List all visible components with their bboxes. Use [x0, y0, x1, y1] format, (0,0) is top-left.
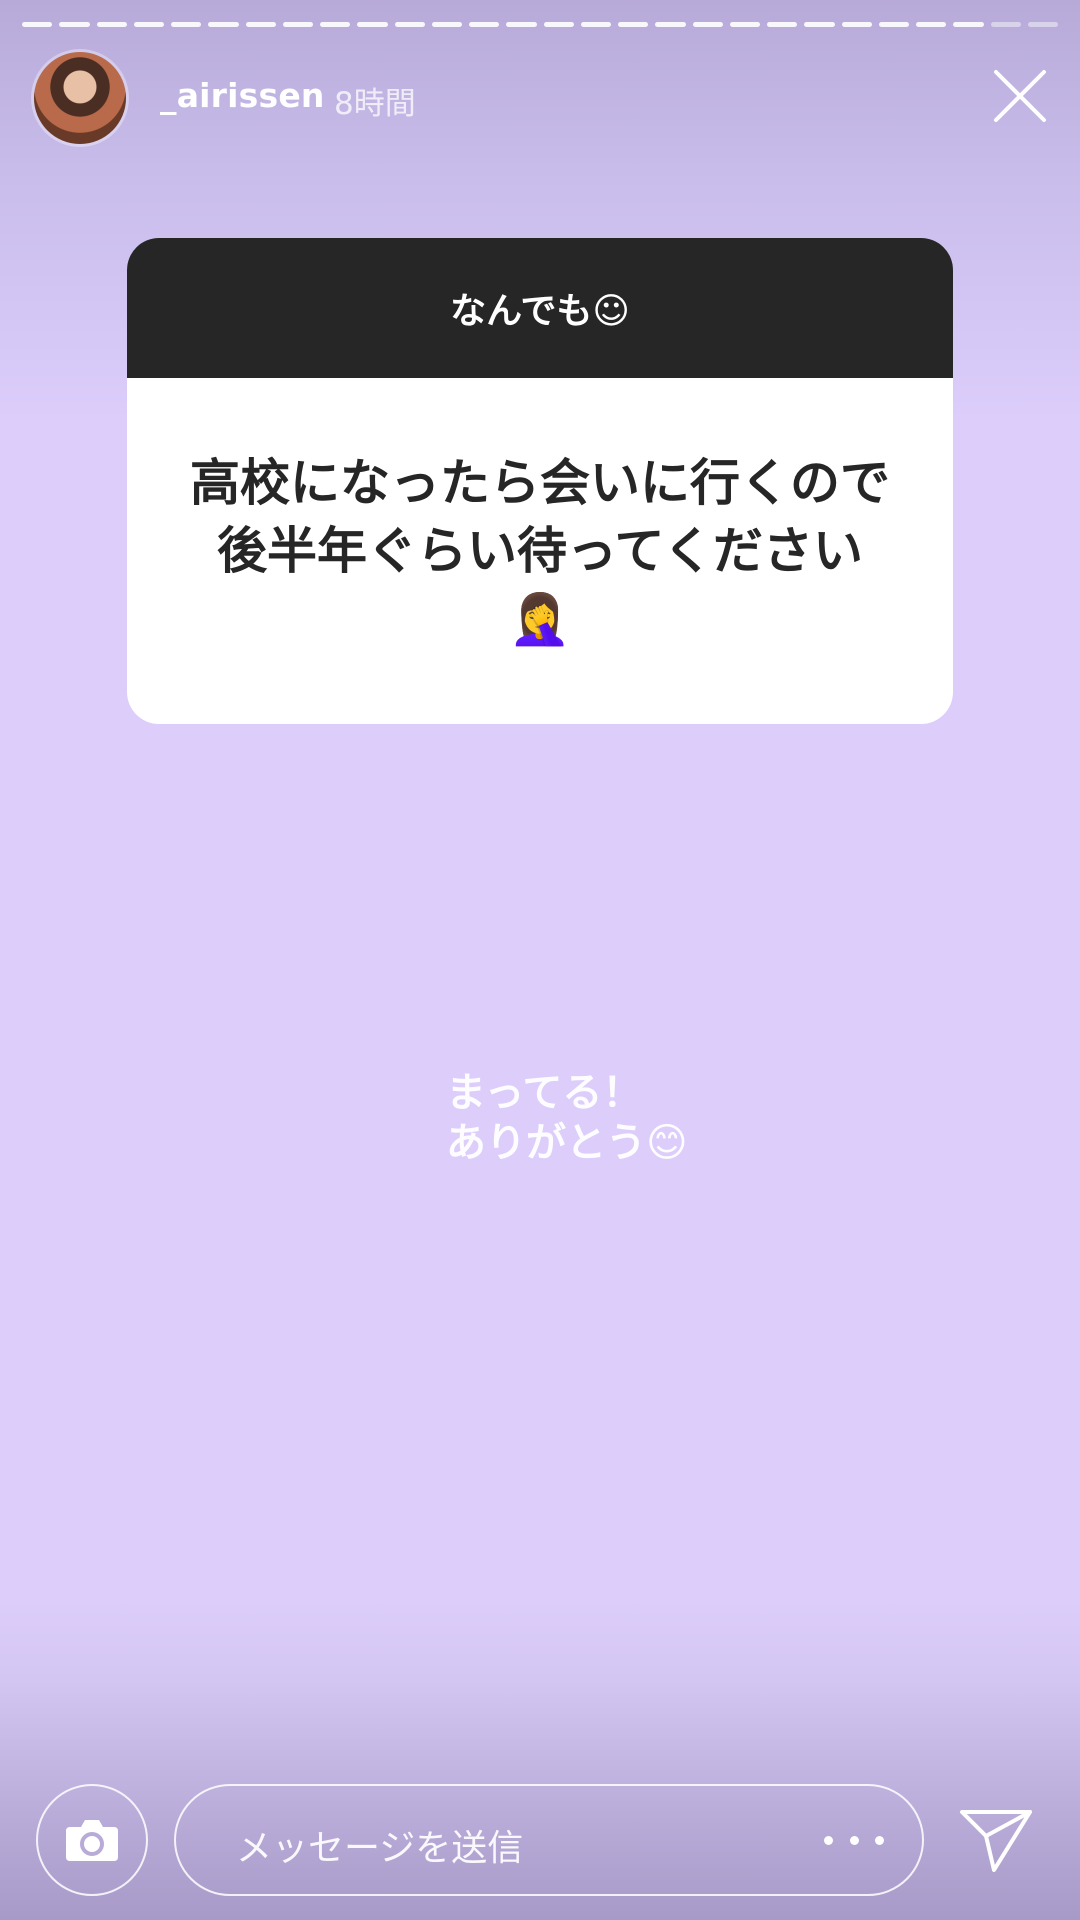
reply-text: まってる！ ありがとう😊 [446, 1070, 688, 1166]
send-icon[interactable] [958, 1800, 1034, 1876]
question-sticker: なんでも☺ 高校になったら会いに行くので後半年ぐらい待ってください🤦‍♀️ [127, 238, 953, 724]
question-body: 高校になったら会いに行くので後半年ぐらい待ってください🤦‍♀️ [127, 378, 953, 724]
avatar[interactable] [34, 52, 126, 144]
question-prompt: なんでも☺ [127, 238, 953, 378]
camera-icon [66, 1820, 118, 1861]
message-input[interactable]: メッセージを送信 [174, 1784, 924, 1896]
story-time: 8時間 [334, 86, 416, 122]
username[interactable]: _airissen [160, 76, 325, 115]
message-placeholder: メッセージを送信 [236, 1828, 524, 1869]
camera-button[interactable] [36, 1784, 148, 1896]
question-text: 高校になったら会いに行くので後半年ぐらい待ってください🤦‍♀️ [190, 454, 890, 648]
more-icon[interactable] [824, 1818, 884, 1862]
story-header: _airissen 8時間 [0, 0, 1080, 144]
close-icon[interactable] [992, 68, 1048, 124]
